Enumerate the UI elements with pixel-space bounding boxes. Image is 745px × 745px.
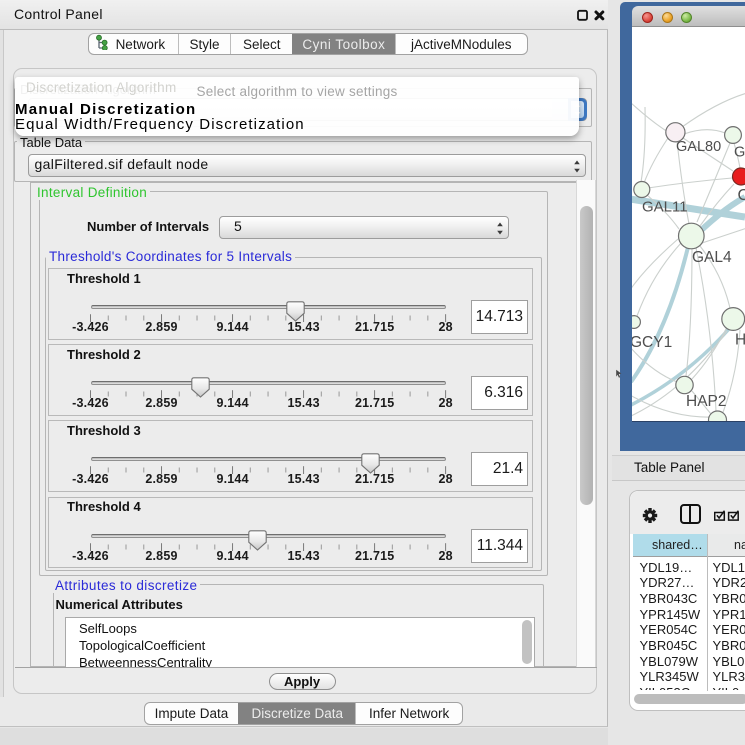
- svg-text:GAL4: GAL4: [692, 249, 732, 266]
- svg-text:GAL11: GAL11: [642, 199, 688, 216]
- svg-text:HAP2: HAP2: [686, 393, 727, 410]
- svg-text:GCY1: GCY1: [632, 334, 672, 351]
- svg-text:GAL80: GAL80: [676, 139, 721, 155]
- svg-text:GA: GA: [734, 145, 745, 161]
- svg-text:C: C: [738, 187, 745, 204]
- svg-text:H: H: [735, 332, 745, 349]
